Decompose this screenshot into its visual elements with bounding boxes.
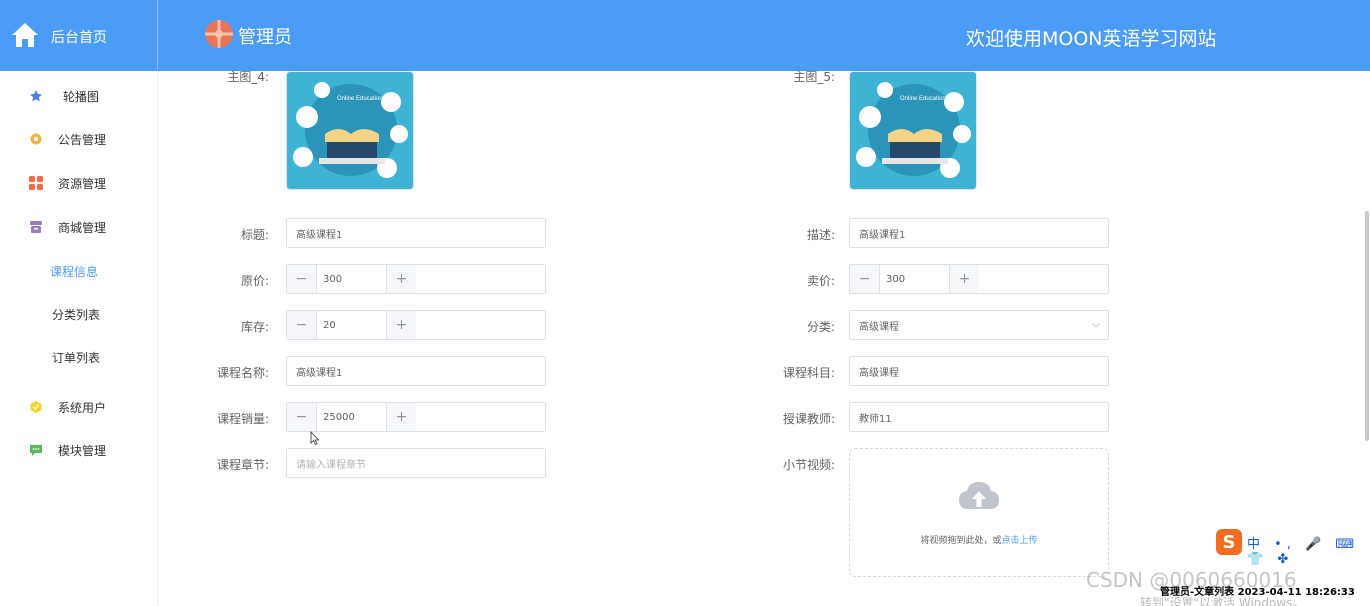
decrement-button[interactable]: − xyxy=(287,403,317,431)
teacher-input[interactable]: 教师11 xyxy=(849,402,1109,432)
gear-icon xyxy=(30,133,42,145)
ime-toolbar[interactable]: S 中 •, 🎤 ⌨ 👕 ✤ xyxy=(1214,528,1370,567)
top-bar: 后台首页 管理员 欢迎使用MOON英语学习网站 xyxy=(0,0,1370,71)
image4-caption: Online Education xyxy=(337,96,383,102)
chevron-down-icon xyxy=(1092,323,1100,328)
vertical-scrollbar[interactable] xyxy=(1364,71,1370,606)
sogou-logo-icon[interactable]: S xyxy=(1216,529,1242,555)
increment-button[interactable]: + xyxy=(386,265,416,293)
sidebar-sub-order-list[interactable]: 订单列表 xyxy=(0,342,158,372)
home-icon xyxy=(12,23,38,47)
sale-price-stepper[interactable]: − 300 + xyxy=(849,264,1109,294)
upload-link[interactable]: 点击上传 xyxy=(1002,536,1038,546)
category-value: 高级课程 xyxy=(859,321,899,333)
sidebar-item-carousel[interactable]: 轮播图 xyxy=(0,81,158,111)
sidebar-sub-label: 分类列表 xyxy=(52,307,101,322)
avatar[interactable] xyxy=(205,20,233,48)
cloud-upload-icon xyxy=(959,482,999,509)
orig-price-value[interactable]: 300 xyxy=(323,265,342,293)
image5-caption: Online Education xyxy=(900,96,946,102)
decrement-button[interactable]: − xyxy=(850,265,880,293)
sidebar-sub-label: 订单列表 xyxy=(52,350,101,365)
sidebar-sub-course-info[interactable]: 课程信息 xyxy=(0,256,158,286)
sale-price-value[interactable]: 300 xyxy=(886,265,905,293)
course-name-input[interactable]: 高级课程1 xyxy=(286,356,546,386)
image5-label: 主图_5: xyxy=(793,70,835,84)
desc-input[interactable]: 高级课程1 xyxy=(849,218,1109,248)
title-label: 标题: xyxy=(240,228,269,242)
upload-hint: 将视频拖到此处，或点击上传 xyxy=(850,533,1108,546)
orig-price-label: 原价: xyxy=(240,274,269,288)
course-subject-label: 课程科目: xyxy=(782,366,835,380)
sales-stepper[interactable]: − 25000 + xyxy=(286,402,546,432)
course-name-label: 课程名称: xyxy=(216,366,269,380)
category-select[interactable]: 高级课程 xyxy=(849,310,1109,340)
stock-value[interactable]: 20 xyxy=(323,311,336,339)
desc-label: 描述: xyxy=(806,228,835,242)
image4-thumbnail[interactable]: Online Education xyxy=(286,71,414,190)
online-education-image: Online Education xyxy=(287,72,413,189)
avatar-icon xyxy=(205,20,233,48)
home-label: 后台首页 xyxy=(51,30,107,46)
home-link[interactable]: 后台首页 xyxy=(0,0,158,71)
sales-value[interactable]: 25000 xyxy=(323,403,355,431)
sidebar-sub-category-list[interactable]: 分类列表 xyxy=(0,299,158,329)
title-input[interactable]: 高级课程1 xyxy=(286,218,546,248)
sidebar-item-resources[interactable]: 资源管理 xyxy=(0,168,158,198)
user-icon xyxy=(30,401,42,413)
ime-status[interactable]: 中 •, 🎤 ⌨ 👕 ✤ xyxy=(1247,533,1370,567)
mouse-cursor-icon xyxy=(310,431,320,445)
course-subject-input[interactable]: 高级课程 xyxy=(849,356,1109,386)
video-label: 小节视频: xyxy=(782,458,835,472)
windows-activation-notice: 转到"设置"以激活 Windows。 xyxy=(1140,596,1305,606)
increment-button[interactable]: + xyxy=(386,403,416,431)
upload-hint-text: 将视频拖到此处，或 xyxy=(920,536,1002,546)
category-label: 分类: xyxy=(806,320,835,334)
increment-button[interactable]: + xyxy=(949,265,979,293)
orig-price-stepper[interactable]: − 300 + xyxy=(286,264,546,294)
sidebar-item-shop[interactable]: 商城管理 xyxy=(0,212,158,242)
chapter-label: 课程章节: xyxy=(216,458,269,472)
archive-icon xyxy=(30,221,42,233)
admin-name[interactable]: 管理员 xyxy=(238,23,292,49)
video-upload-dropzone[interactable]: 将视频拖到此处，或点击上传 xyxy=(849,448,1109,577)
image4-label: 主图_4: xyxy=(227,70,269,84)
sidebar-item-label: 商城管理 xyxy=(58,220,107,235)
sidebar-sub-label: 课程信息 xyxy=(50,264,99,279)
sidebar-item-label: 轮播图 xyxy=(63,89,100,104)
stock-stepper[interactable]: − 20 + xyxy=(286,310,546,340)
sidebar-item-modules[interactable]: 模块管理 xyxy=(0,435,158,465)
sidebar-item-notice[interactable]: 公告管理 xyxy=(0,124,158,154)
image5-thumbnail[interactable]: Online Education xyxy=(849,71,977,190)
stock-label: 库存: xyxy=(240,320,269,334)
online-education-image: Online Education xyxy=(850,72,976,189)
grid-icon xyxy=(29,176,43,190)
decrement-button[interactable]: − xyxy=(287,311,317,339)
sales-label: 课程销量: xyxy=(216,412,269,426)
sidebar-item-system-users[interactable]: 系统用户 xyxy=(0,392,158,422)
welcome-text: 欢迎使用MOON英语学习网站 xyxy=(966,28,1217,50)
increment-button[interactable]: + xyxy=(386,311,416,339)
sidebar-item-label: 公告管理 xyxy=(58,132,107,147)
scrollbar-thumb[interactable] xyxy=(1365,211,1369,441)
sidebar-item-label: 模块管理 xyxy=(58,443,107,458)
sidebar: 轮播图 公告管理 资源管理 商城管理 课程信息 分类列表 订单列表 系统用户 模… xyxy=(0,71,158,606)
sale-price-label: 卖价: xyxy=(806,274,835,288)
star-icon xyxy=(30,90,42,102)
chat-icon xyxy=(30,445,42,456)
sidebar-item-label: 资源管理 xyxy=(58,176,107,191)
decrement-button[interactable]: − xyxy=(287,265,317,293)
teacher-label: 授课教师: xyxy=(782,412,835,426)
chapter-input[interactable]: 请输入课程章节 xyxy=(286,448,546,478)
sidebar-item-label: 系统用户 xyxy=(58,400,107,415)
course-form: 主图_4: Online Education 主图_5: Online Educ… xyxy=(159,70,1370,606)
